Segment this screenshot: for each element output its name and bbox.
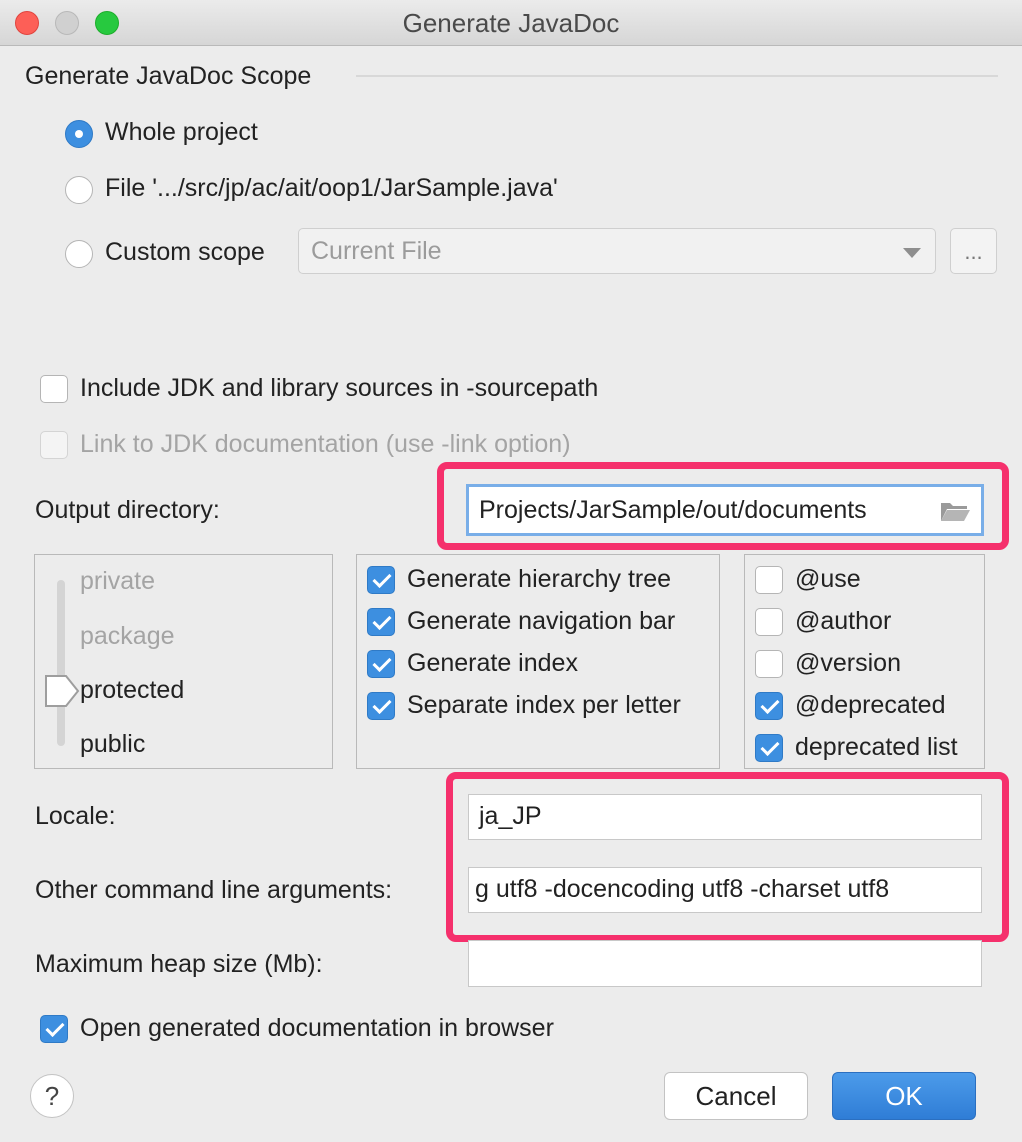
author-tag-checkbox[interactable]: [755, 608, 783, 636]
browse-scope-button[interactable]: ...: [950, 228, 997, 274]
locale-args-highlight: [446, 772, 1009, 942]
generate-options-panel: Generate hierarchy tree Generate navigat…: [356, 554, 720, 769]
visibility-protected[interactable]: protected: [80, 676, 184, 705]
deprecated-tag-checkbox[interactable]: [755, 692, 783, 720]
use-tag-label[interactable]: @use: [795, 565, 861, 594]
chevron-down-icon: [903, 248, 921, 258]
scope-section-label: Generate JavaDoc Scope: [25, 62, 312, 90]
generate-index-checkbox[interactable]: [367, 650, 395, 678]
deprecated-list-label[interactable]: deprecated list: [795, 733, 958, 762]
visibility-public[interactable]: public: [80, 730, 145, 759]
scope-separator: [356, 75, 998, 77]
file-scope-radio[interactable]: [65, 176, 93, 204]
whole-project-label[interactable]: Whole project: [105, 118, 258, 147]
heap-size-input[interactable]: [468, 940, 982, 987]
visibility-package[interactable]: package: [80, 622, 175, 651]
custom-scope-value: Current File: [311, 237, 442, 265]
custom-scope-label[interactable]: Custom scope: [105, 238, 265, 267]
version-tag-checkbox[interactable]: [755, 650, 783, 678]
open-browser-checkbox[interactable]: [40, 1015, 68, 1043]
generate-index-label[interactable]: Generate index: [407, 649, 578, 678]
deprecated-tag-label[interactable]: @deprecated: [795, 691, 945, 720]
include-jdk-sources-checkbox[interactable]: [40, 375, 68, 403]
custom-scope-select[interactable]: Current File: [298, 228, 936, 274]
author-tag-label[interactable]: @author: [795, 607, 891, 636]
visibility-slider-track[interactable]: [57, 580, 65, 746]
include-jdk-sources-label[interactable]: Include JDK and library sources in -sour…: [80, 374, 598, 403]
visibility-private[interactable]: private: [80, 567, 155, 596]
ok-button[interactable]: OK: [832, 1072, 976, 1120]
separate-index-label[interactable]: Separate index per letter: [407, 691, 681, 720]
use-tag-checkbox[interactable]: [755, 566, 783, 594]
whole-project-radio[interactable]: [65, 120, 93, 148]
other-args-label: Other command line arguments:: [35, 876, 393, 904]
hierarchy-tree-label[interactable]: Generate hierarchy tree: [407, 565, 671, 594]
heap-size-label: Maximum heap size (Mb):: [35, 950, 323, 978]
visibility-panel: [34, 554, 333, 769]
window-title: Generate JavaDoc: [402, 8, 620, 38]
output-directory-highlight: [437, 462, 1009, 550]
separate-index-checkbox[interactable]: [367, 692, 395, 720]
help-button[interactable]: ?: [30, 1074, 74, 1118]
custom-scope-radio[interactable]: [65, 240, 93, 268]
hierarchy-tree-checkbox[interactable]: [367, 566, 395, 594]
navigation-bar-checkbox[interactable]: [367, 608, 395, 636]
deprecated-list-checkbox[interactable]: [755, 734, 783, 762]
output-directory-label: Output directory:: [35, 496, 220, 524]
file-scope-label[interactable]: File '.../src/jp/ac/ait/oop1/JarSample.j…: [105, 174, 558, 203]
locale-label: Locale:: [35, 802, 116, 830]
link-jdk-docs-checkbox: [40, 431, 68, 459]
tags-panel: @use @author @version @deprecated deprec…: [744, 554, 985, 769]
version-tag-label[interactable]: @version: [795, 649, 901, 678]
open-browser-label[interactable]: Open generated documentation in browser: [80, 1014, 554, 1043]
visibility-slider-thumb[interactable]: [44, 674, 80, 708]
navigation-bar-label[interactable]: Generate navigation bar: [407, 607, 675, 636]
title-bar: Generate JavaDoc: [0, 0, 1022, 46]
cancel-button[interactable]: Cancel: [664, 1072, 808, 1120]
link-jdk-docs-label: Link to JDK documentation (use -link opt…: [80, 430, 571, 458]
